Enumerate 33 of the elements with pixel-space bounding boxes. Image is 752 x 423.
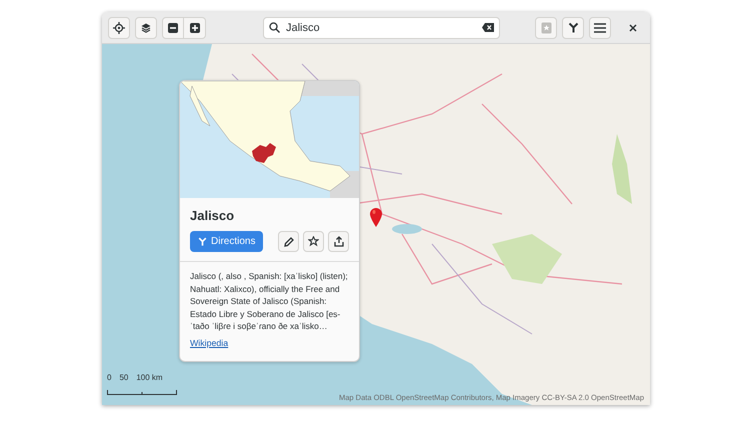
- share-icon: [334, 236, 344, 247]
- map-pin-icon[interactable]: [370, 208, 382, 227]
- layers-icon: [141, 22, 151, 32]
- crosshair-icon: [113, 22, 125, 34]
- fork-icon: [568, 22, 578, 33]
- scale-label: 100 km: [136, 373, 163, 382]
- share-button[interactable]: [328, 231, 349, 252]
- menu-button[interactable]: [589, 16, 611, 38]
- search-field[interactable]: Jalisco: [263, 16, 500, 38]
- scale-label: 0: [107, 373, 112, 382]
- pencil-icon: [284, 236, 294, 246]
- zoom-out-button[interactable]: [162, 16, 184, 38]
- minus-icon: [168, 22, 178, 32]
- locate-button[interactable]: [108, 16, 130, 38]
- layers-button[interactable]: [135, 16, 157, 38]
- star-icon: [308, 236, 319, 247]
- plus-icon: [190, 22, 200, 32]
- scale-label: 50: [119, 373, 128, 382]
- fork-icon: [198, 237, 207, 246]
- zoom-in-button[interactable]: [184, 16, 206, 38]
- clear-icon[interactable]: [482, 23, 494, 32]
- scale-bar-icon: [107, 390, 177, 395]
- place-description: Jalisco (, also , Spanish: [xaˈlisko] (listen); Nahuatl: Xalixco), officially the Free and Sovereign State of Jalisco (Spanish: Estado Libre y Soberano de Jalisco [es-ˈtaðo ˈliβɾe i soβeˈɾano ðe xaˈlisko…: [190, 270, 349, 332]
- place-title: Jalisco: [190, 208, 236, 223]
- route-button[interactable]: [562, 16, 584, 38]
- star-box-icon: [540, 22, 552, 34]
- menu-icon: [594, 22, 606, 32]
- search-icon: [269, 22, 280, 33]
- close-icon: [629, 24, 637, 32]
- wikipedia-link[interactable]: Wikipedia: [190, 338, 228, 348]
- edit-button[interactable]: [278, 231, 299, 252]
- favorite-button[interactable]: [303, 231, 324, 252]
- directions-button[interactable]: Directions: [190, 231, 264, 252]
